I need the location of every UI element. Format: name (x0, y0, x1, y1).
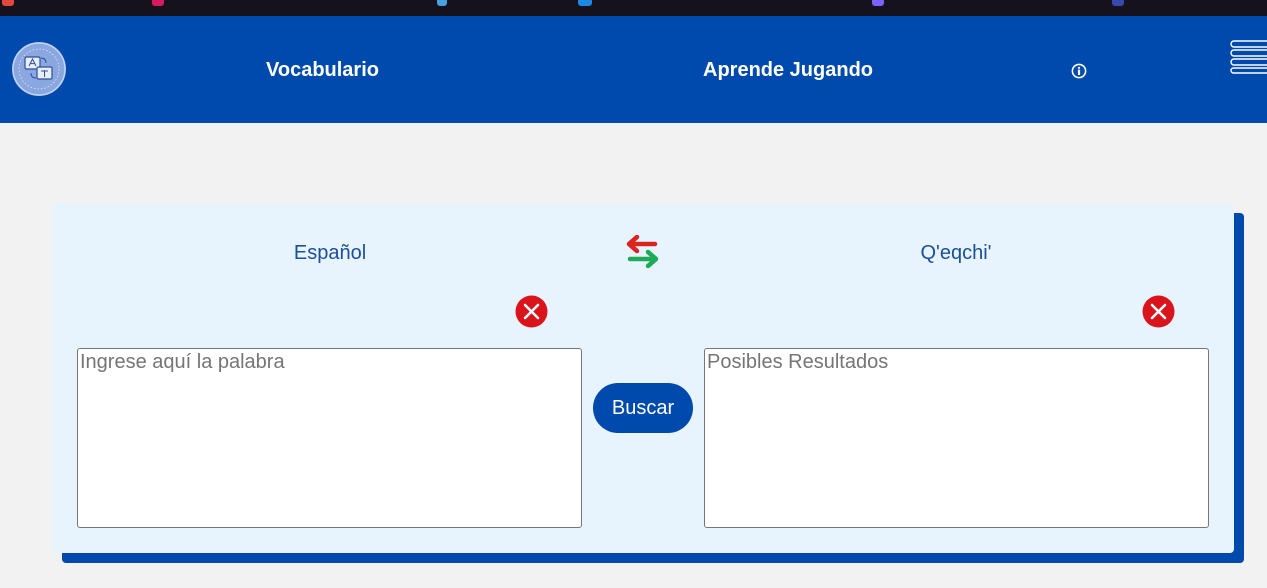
close-circle-icon (1142, 295, 1175, 328)
target-language-label: Q'eqchi' (920, 242, 992, 264)
source-language-label: Español (293, 242, 367, 264)
swap-arrows-icon[interactable] (624, 234, 662, 269)
search-button[interactable]: Buscar (593, 383, 693, 433)
clear-input-button[interactable] (515, 295, 548, 328)
clear-output-button[interactable] (1142, 295, 1175, 328)
browser-tab-strip (0, 0, 1267, 16)
tab-favicon (437, 0, 447, 6)
tab-favicon (2, 0, 14, 6)
close-circle-icon (515, 295, 548, 328)
tab-favicon (578, 0, 592, 6)
nav-learn-playing[interactable]: Aprende Jugando (703, 59, 873, 81)
results-output[interactable] (704, 348, 1209, 528)
info-icon[interactable] (1071, 63, 1087, 79)
tab-favicon (1112, 0, 1124, 6)
nav-vocabulary[interactable]: Vocabulario (266, 59, 379, 81)
top-navigation-bar: Vocabulario Aprende Jugando (0, 16, 1267, 123)
tab-favicon (872, 0, 884, 6)
tab-favicon (152, 0, 164, 6)
source-word-input[interactable] (77, 348, 582, 528)
translation-logo[interactable] (12, 42, 66, 96)
hamburger-menu-icon[interactable] (1230, 40, 1267, 74)
